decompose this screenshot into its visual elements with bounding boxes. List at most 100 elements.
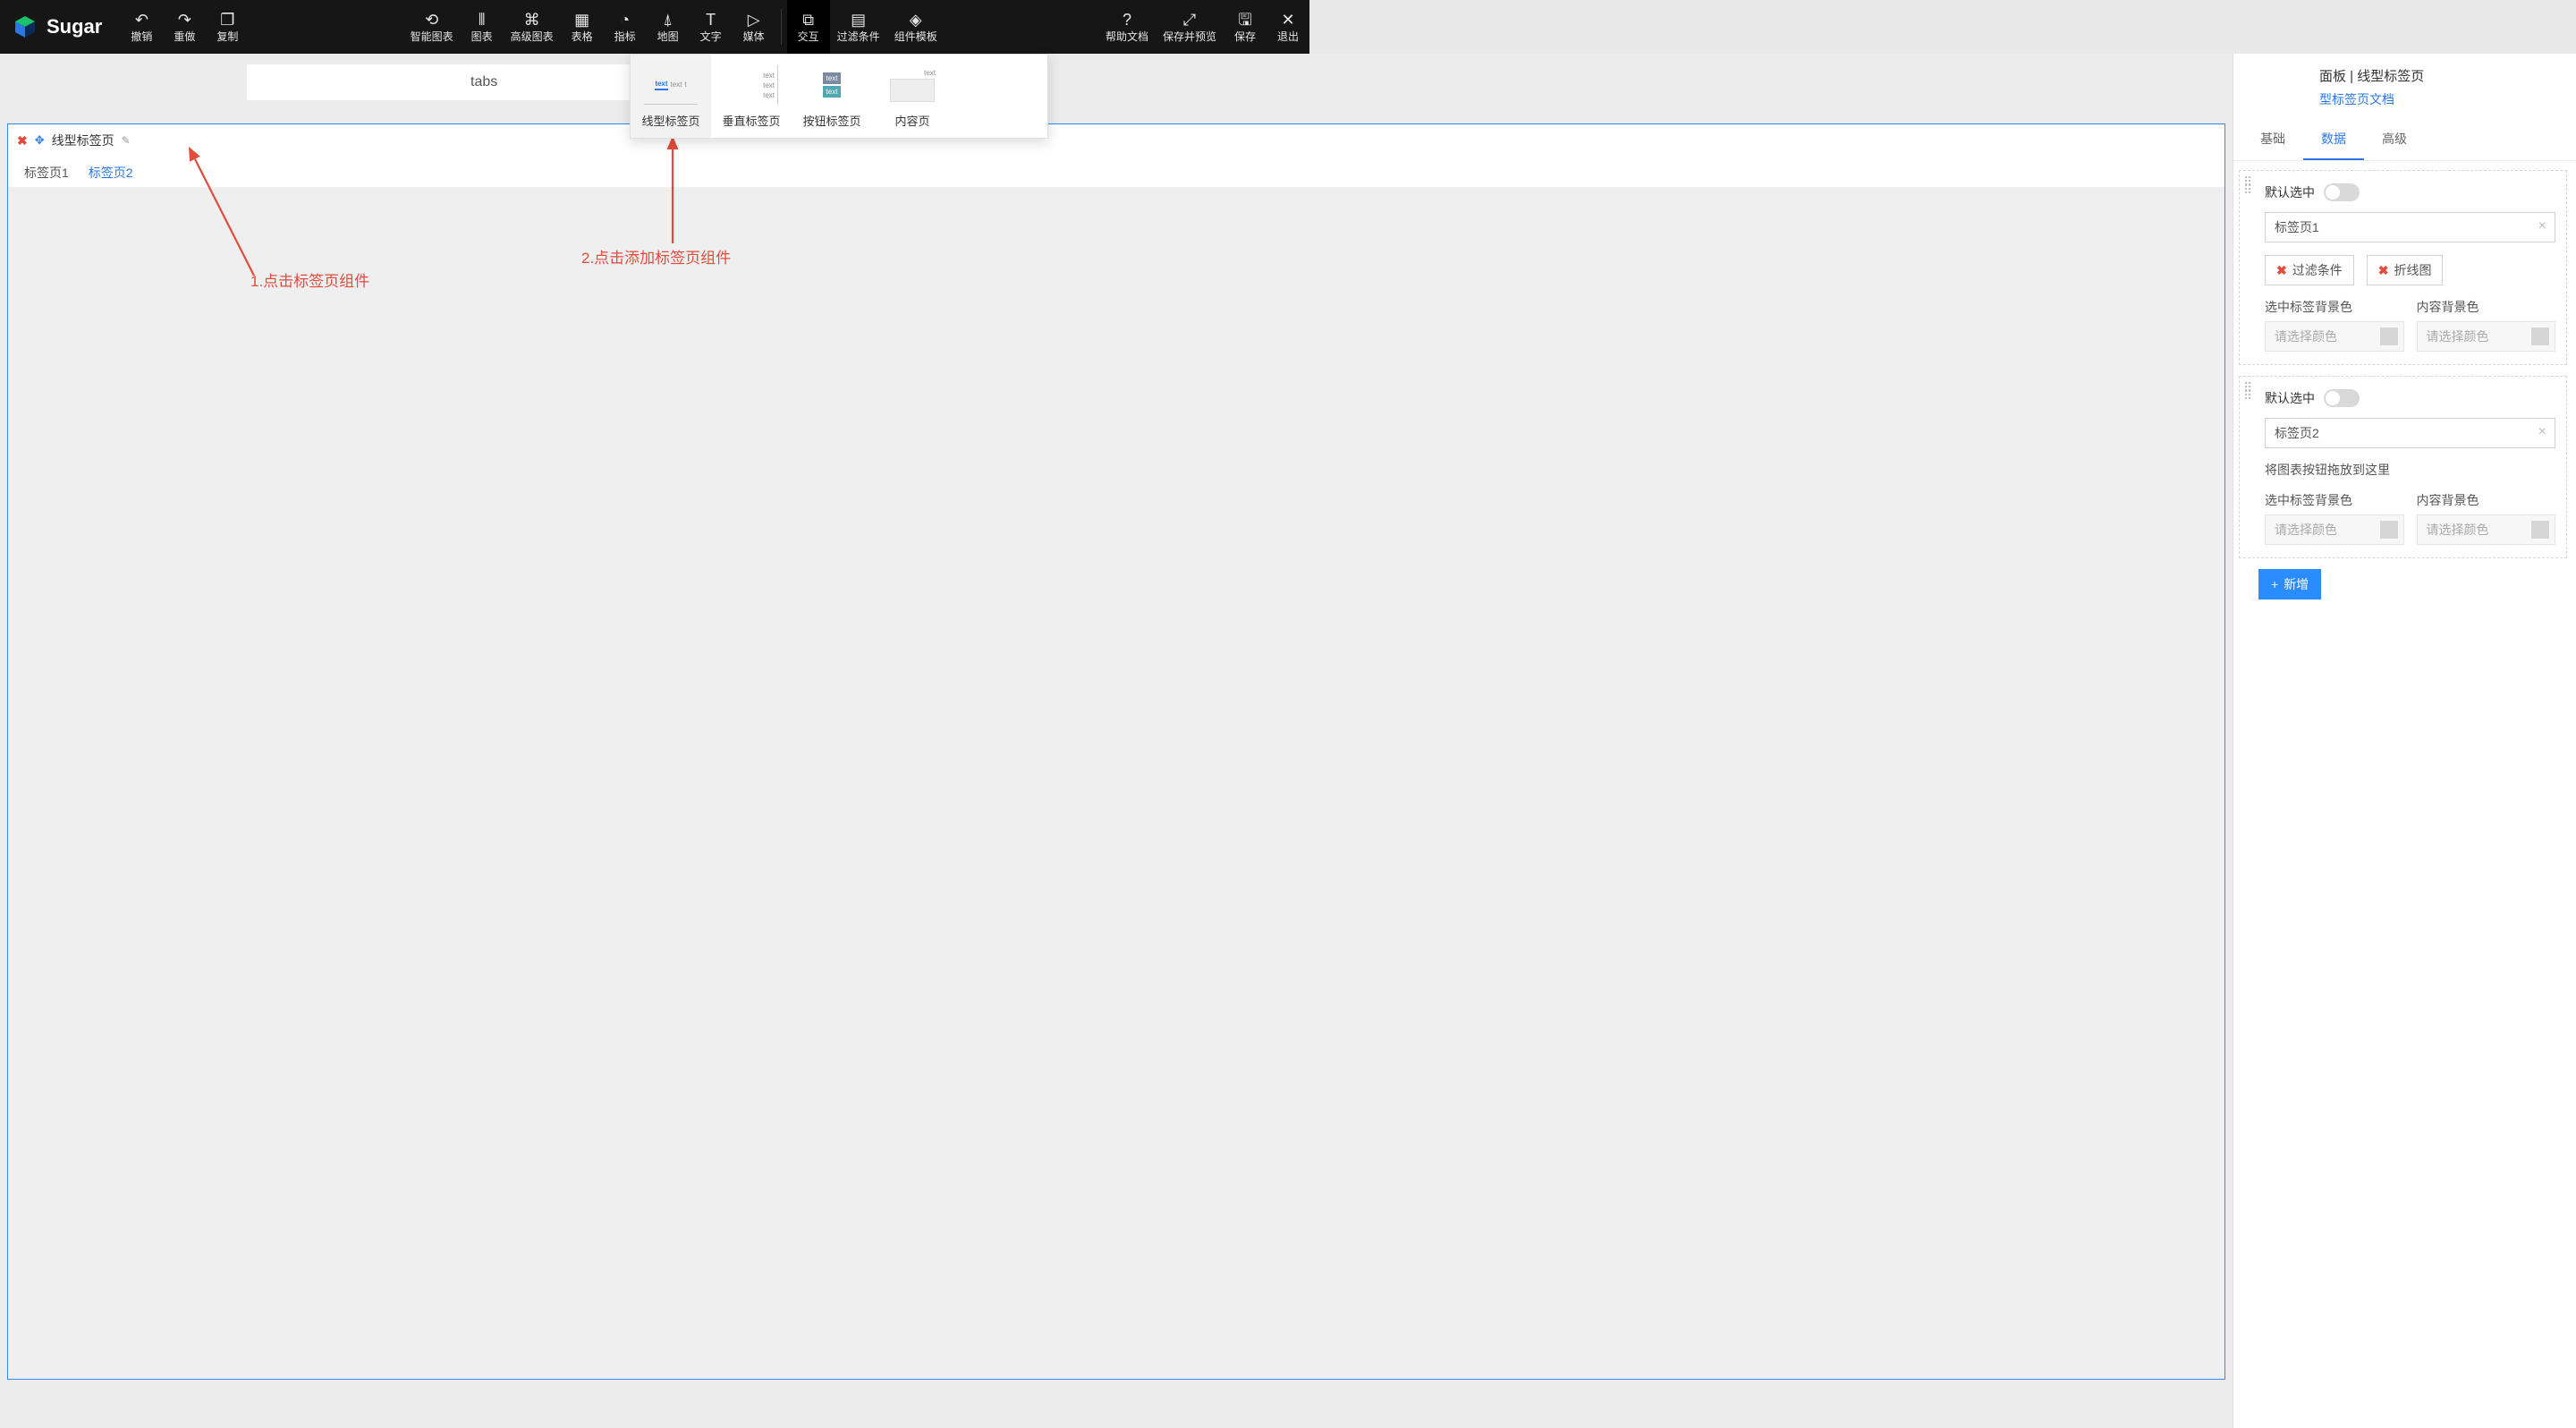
tab-name-input-1[interactable] bbox=[2265, 212, 2555, 242]
swatch-icon bbox=[2531, 521, 2549, 539]
component-tab-strip: 标签页1 标签页2 bbox=[8, 157, 2224, 191]
default-selected-toggle-2[interactable] bbox=[2324, 389, 2360, 407]
drag-handle-icon[interactable]: ⠿⠿ bbox=[2243, 384, 2256, 400]
smart-chart-icon: ⟲ bbox=[425, 11, 438, 29]
component-tools: ⟲智能图表 ⫴图表 ⌘高级图表 ▦表格 ◔指标 ⍋地图 T文字 ▷媒体 ⧉交互 … bbox=[403, 0, 945, 54]
dd-btn-tabs[interactable]: texttext 按钮标签页 bbox=[792, 55, 872, 138]
move-component-icon[interactable]: ✥ bbox=[35, 133, 45, 148]
content-bg-colorpicker-2[interactable]: 请选择颜色 bbox=[2417, 514, 2556, 545]
tabs-component[interactable]: ✖ ✥ 线型标签页 ✎ 标签页1 标签页2 bbox=[7, 123, 2225, 1380]
copy-icon: ❐ bbox=[220, 11, 234, 29]
canvas[interactable]: tabs ✖ ✥ 线型标签页 ✎ 标签页1 标签页2 1.点击标签页组件 2.点… bbox=[0, 54, 2233, 1428]
clear-input-icon[interactable]: × bbox=[2538, 424, 2546, 440]
component-tab-1[interactable]: 标签页1 bbox=[17, 160, 76, 191]
template-button[interactable]: ◈组件模板 bbox=[887, 0, 945, 54]
metric-button[interactable]: ◔指标 bbox=[604, 0, 647, 54]
text-button[interactable]: T文字 bbox=[690, 0, 733, 54]
content-bg-colorpicker-1[interactable]: 请选择颜色 bbox=[2417, 321, 2556, 352]
doc-link[interactable]: 型标签页文档 bbox=[2233, 90, 2576, 108]
map-icon: ⍋ bbox=[663, 11, 673, 29]
filter-icon: ▤ bbox=[851, 11, 866, 29]
logo-icon bbox=[13, 14, 38, 39]
selected-bg-label: 选中标签背景色 bbox=[2265, 491, 2404, 509]
panel-title: 面板 | 线型标签页 bbox=[2233, 54, 2576, 90]
help-button[interactable]: ?帮助文档 bbox=[1098, 0, 1156, 54]
swatch-icon bbox=[2380, 521, 2398, 539]
brand: Sugar bbox=[0, 0, 120, 54]
top-toolbar: Sugar ↶ 撤销 ↷ 重做 ❐ 复制 ⟲智能图表 ⫴图表 ⌘高级图表 ▦表格… bbox=[0, 0, 1309, 54]
remove-chip-icon[interactable]: ✖ bbox=[2378, 263, 2389, 278]
component-title: 线型标签页 bbox=[52, 132, 114, 149]
dd-thumb-vert-icon: texttexttext bbox=[724, 65, 778, 105]
default-selected-label: 默认选中 bbox=[2265, 389, 2315, 407]
map-button[interactable]: ⍋地图 bbox=[647, 0, 690, 54]
tabs-placeholder-label: tabs bbox=[470, 74, 497, 90]
component-body bbox=[8, 187, 2224, 1379]
tab-config-card-2: ⠿⠿ 默认选中 × 将图表按钮拖放到这里 选中标签背景色 请选择颜色 内容背景色… bbox=[2239, 376, 2567, 558]
edit-title-icon[interactable]: ✎ bbox=[122, 134, 131, 147]
chart-icon: ⫴ bbox=[479, 11, 486, 29]
content-bg-label: 内容背景色 bbox=[2417, 298, 2556, 316]
help-icon: ? bbox=[1123, 11, 1131, 29]
smart-chart-button[interactable]: ⟲智能图表 bbox=[403, 0, 461, 54]
tab-name-input-2[interactable] bbox=[2265, 418, 2555, 448]
selected-bg-colorpicker-1[interactable]: 请选择颜色 bbox=[2265, 321, 2404, 352]
save-button[interactable]: 🖫保存 bbox=[1224, 0, 1267, 54]
panel-tab-advanced[interactable]: 高级 bbox=[2364, 119, 2425, 160]
panel-tab-data[interactable]: 数据 bbox=[2303, 119, 2364, 160]
dd-thumb-line-icon: texttextt bbox=[644, 65, 698, 105]
undo-button[interactable]: ↶ 撤销 bbox=[120, 0, 163, 54]
redo-icon: ↷ bbox=[178, 11, 191, 29]
annotation-2: 2.点击添加标签页组件 bbox=[581, 245, 731, 268]
plus-icon: + bbox=[2271, 577, 2278, 591]
template-icon: ◈ bbox=[910, 11, 922, 29]
panel-tab-basic[interactable]: 基础 bbox=[2242, 119, 2303, 160]
brand-name: Sugar bbox=[47, 15, 102, 38]
redo-button[interactable]: ↷ 重做 bbox=[163, 0, 206, 54]
dd-vert-tabs[interactable]: texttexttext 垂直标签页 bbox=[711, 55, 792, 138]
copy-button[interactable]: ❐ 复制 bbox=[206, 0, 249, 54]
annotation-1: 1.点击标签页组件 bbox=[250, 268, 369, 291]
chart-button[interactable]: ⫴图表 bbox=[461, 0, 504, 54]
table-button[interactable]: ▦表格 bbox=[561, 0, 604, 54]
adv-chart-icon: ⌘ bbox=[524, 11, 540, 29]
delete-component-icon[interactable]: ✖ bbox=[17, 133, 28, 149]
component-tab-2[interactable]: 标签页2 bbox=[81, 160, 140, 191]
media-button[interactable]: ▷媒体 bbox=[733, 0, 775, 54]
table-icon: ▦ bbox=[574, 11, 589, 29]
remove-chip-icon[interactable]: ✖ bbox=[2276, 263, 2287, 278]
save-icon: 🖫 bbox=[1238, 11, 1251, 29]
default-selected-label: 默认选中 bbox=[2265, 183, 2315, 201]
interact-button[interactable]: ⧉交互 bbox=[787, 0, 830, 54]
chip-linechart[interactable]: ✖折线图 bbox=[2367, 255, 2444, 285]
properties-panel: 面板 | 线型标签页 型标签页文档 基础 数据 高级 ⠿⠿ 默认选中 × ✖过滤… bbox=[2233, 54, 2576, 1428]
drag-handle-icon[interactable]: ⠿⠿ bbox=[2243, 178, 2256, 194]
tab-config-card-1: ⠿⠿ 默认选中 × ✖过滤条件 ✖折线图 选中标签背景色 请选择颜色 内容背景色 bbox=[2239, 170, 2567, 365]
panel-body: ⠿⠿ 默认选中 × ✖过滤条件 ✖折线图 选中标签背景色 请选择颜色 内容背景色 bbox=[2233, 161, 2576, 1417]
content-bg-label: 内容背景色 bbox=[2417, 491, 2556, 509]
adv-chart-button[interactable]: ⌘高级图表 bbox=[504, 0, 561, 54]
swatch-icon bbox=[2531, 327, 2549, 345]
panel-tab-strip: 基础 数据 高级 bbox=[2233, 119, 2576, 161]
dd-line-tabs[interactable]: texttextt 线型标签页 bbox=[631, 55, 711, 138]
exit-button[interactable]: ✕退出 bbox=[1267, 0, 1309, 54]
swatch-icon bbox=[2380, 327, 2398, 345]
selected-bg-colorpicker-2[interactable]: 请选择颜色 bbox=[2265, 514, 2404, 545]
component-header: ✖ ✥ 线型标签页 ✎ bbox=[8, 124, 2224, 157]
chip-filter[interactable]: ✖过滤条件 bbox=[2265, 255, 2354, 285]
preview-button[interactable]: ⤢保存并预览 bbox=[1156, 0, 1224, 54]
selected-bg-label: 选中标签背景色 bbox=[2265, 298, 2404, 316]
drop-hint: 将图表按钮拖放到这里 bbox=[2265, 461, 2555, 479]
right-tools: ?帮助文档 ⤢保存并预览 🖫保存 ✕退出 bbox=[1098, 0, 1309, 54]
default-selected-toggle-1[interactable] bbox=[2324, 183, 2360, 201]
filter-button[interactable]: ▤过滤条件 bbox=[830, 0, 887, 54]
dd-thumb-content-icon: text bbox=[886, 65, 939, 105]
dd-content-page[interactable]: text 内容页 bbox=[872, 55, 953, 138]
interact-icon: ⧉ bbox=[802, 11, 814, 29]
clear-input-icon[interactable]: × bbox=[2538, 218, 2546, 234]
close-icon: ✕ bbox=[1281, 11, 1294, 29]
metric-icon: ◔ bbox=[620, 11, 630, 29]
dd-thumb-btn-icon: texttext bbox=[805, 65, 859, 105]
add-tab-button[interactable]: + 新增 bbox=[2258, 569, 2321, 599]
media-icon: ▷ bbox=[748, 11, 760, 29]
